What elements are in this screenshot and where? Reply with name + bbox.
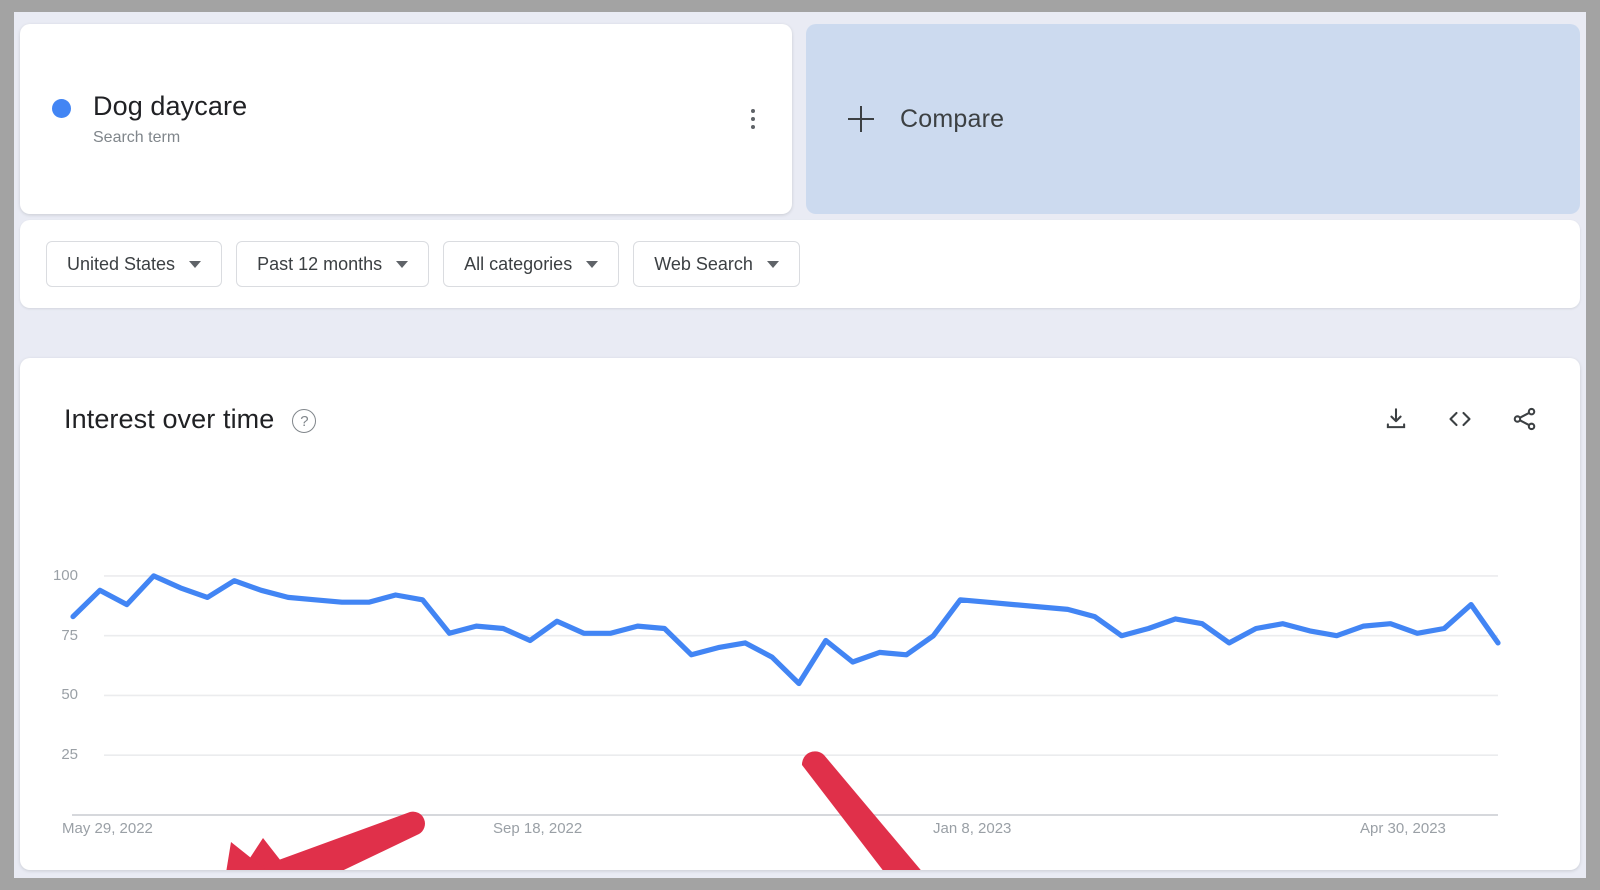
screenshot-frame: Dog daycare Search term Compare United S… xyxy=(0,0,1600,890)
compare-label: Compare xyxy=(900,105,1004,134)
chevron-down-icon xyxy=(586,261,598,268)
kebab-menu-icon[interactable] xyxy=(738,104,768,134)
filter-location[interactable]: United States xyxy=(46,241,222,287)
search-term-card[interactable]: Dog daycare Search term xyxy=(20,24,792,214)
filter-time-range[interactable]: Past 12 months xyxy=(236,241,429,287)
trends-page: Dog daycare Search term Compare United S… xyxy=(14,12,1586,878)
search-terms-row: Dog daycare Search term Compare xyxy=(20,24,1580,214)
add-comparison-button[interactable]: Compare xyxy=(806,24,1580,214)
filter-search-type-label: Web Search xyxy=(654,254,753,275)
chart-plot-area: 100 75 50 25 May 29, 2022 Sep 18, 2022 J… xyxy=(20,358,1580,870)
chevron-down-icon xyxy=(767,261,779,268)
filter-search-type[interactable]: Web Search xyxy=(633,241,800,287)
trend-line-chart xyxy=(20,358,1580,870)
search-term-texts: Dog daycare Search term xyxy=(93,91,247,147)
filter-category-label: All categories xyxy=(464,254,572,275)
chart-gridlines xyxy=(104,576,1498,755)
plus-icon xyxy=(848,106,874,132)
filter-time-range-label: Past 12 months xyxy=(257,254,382,275)
series-color-dot xyxy=(52,99,71,118)
search-term-content: Dog daycare Search term xyxy=(20,91,247,147)
search-term-title: Dog daycare xyxy=(93,91,247,122)
search-term-subtitle: Search term xyxy=(93,129,247,147)
chevron-down-icon xyxy=(189,261,201,268)
chevron-down-icon xyxy=(396,261,408,268)
interest-over-time-card: Interest over time ? xyxy=(20,358,1580,870)
filter-location-label: United States xyxy=(67,254,175,275)
filter-category[interactable]: All categories xyxy=(443,241,619,287)
series-line-dog-daycare xyxy=(73,576,1498,684)
filter-bar: United States Past 12 months All categor… xyxy=(20,220,1580,308)
